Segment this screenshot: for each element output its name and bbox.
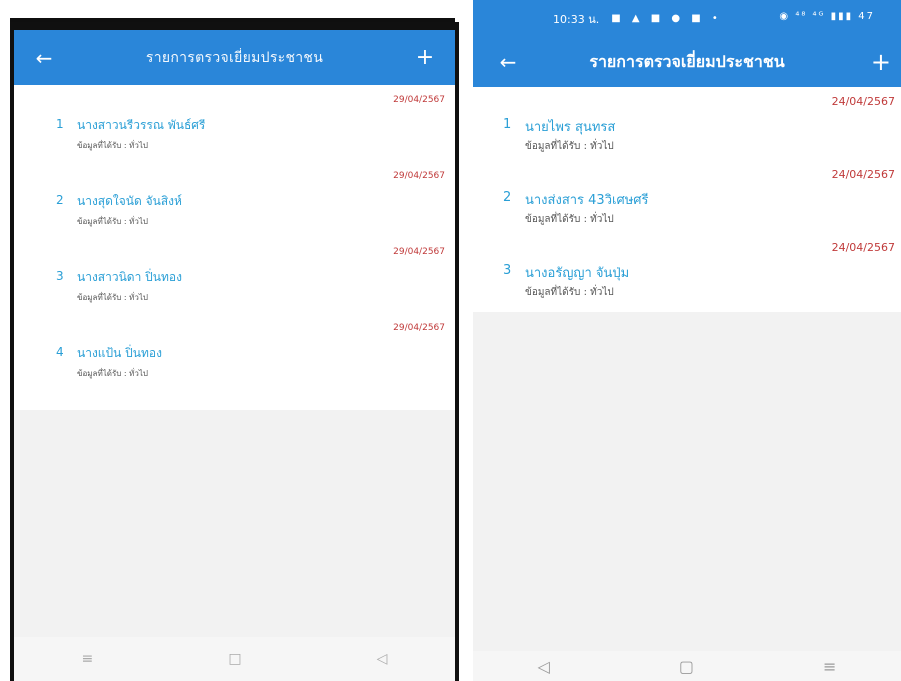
status-time: 10:33 น. bbox=[553, 12, 600, 26]
person-name: นางสุดใจนัด จันสิงห์ bbox=[77, 194, 182, 208]
arrow-left-icon[interactable]: ← bbox=[14, 46, 74, 70]
item-number: 3 bbox=[503, 263, 512, 278]
item-number: 1 bbox=[503, 117, 512, 132]
visit-date: 29/04/2567 bbox=[393, 247, 445, 257]
visit-date: 29/04/2567 bbox=[393, 323, 445, 333]
app-bar: ← รายการตรวจเยี่ยมประชาชน + bbox=[14, 30, 455, 85]
app-bar: ← รายการตรวจเยี่ยมประชาชน + bbox=[473, 37, 901, 87]
info-label: ข้อมูลที่ได้รับ : ทั่วไป bbox=[77, 369, 148, 378]
list-item[interactable]: 29/04/2567 3 นางสาวนิดา ปิ่นทอง ข้อมูลที… bbox=[14, 237, 455, 313]
signal-battery-icons: ◉ ⁴⁸ ⁴ᴳ ▮▮▮ 47 bbox=[779, 11, 875, 22]
system-nav-bar: ◁ ▢ ≡ bbox=[473, 651, 901, 681]
person-name: นางส่งสาร 43วิเศษศรี bbox=[525, 193, 649, 208]
notification-icons: ■ ▲ ■ ● ■ • bbox=[611, 13, 722, 24]
visit-date: 24/04/2567 bbox=[831, 95, 895, 108]
item-number: 3 bbox=[56, 269, 64, 283]
plus-icon[interactable]: + bbox=[831, 48, 901, 76]
person-name: นางสาวนรีวรรณ พันธ์ศรี bbox=[77, 118, 206, 132]
info-label: ข้อมูลที่ได้รับ : ทั่วไป bbox=[77, 293, 148, 302]
person-name: นางสาวนิดา ปิ่นทอง bbox=[77, 270, 182, 284]
item-number: 4 bbox=[56, 345, 64, 359]
item-number: 2 bbox=[56, 193, 64, 207]
visit-list: 24/04/2567 1 นายไพร สุนทรส ข้อมูลที่ได้ร… bbox=[473, 87, 901, 312]
visit-date: 29/04/2567 bbox=[393, 95, 445, 105]
home-icon[interactable]: □ bbox=[228, 651, 241, 667]
person-name: นายไพร สุนทรส bbox=[525, 120, 616, 135]
list-item[interactable]: 24/04/2567 3 นางอรัญญา จันปุ่ม ข้อมูลที่… bbox=[473, 233, 901, 306]
person-name: นางแป้น ปิ่นทอง bbox=[77, 346, 162, 360]
item-number: 1 bbox=[56, 117, 64, 131]
visit-date: 24/04/2567 bbox=[831, 241, 895, 254]
menu-icon[interactable]: ≡ bbox=[823, 657, 836, 676]
list-item[interactable]: 29/04/2567 2 นางสุดใจนัด จันสิงห์ ข้อมูล… bbox=[14, 161, 455, 237]
left-phone-screenshot: ← รายการตรวจเยี่ยมประชาชน + 29/04/2567 1… bbox=[0, 0, 459, 681]
right-phone-screenshot: 10:33 น. ■ ▲ ■ ● ■ • ◉ ⁴⁸ ⁴ᴳ ▮▮▮ 47 ← รา… bbox=[473, 0, 901, 681]
info-label: ข้อมูลที่ได้รับ : ทั่วไป bbox=[77, 217, 148, 226]
list-item[interactable]: 24/04/2567 2 นางส่งสาร 43วิเศษศรี ข้อมูล… bbox=[473, 160, 901, 233]
home-icon[interactable]: ▢ bbox=[679, 657, 694, 676]
visit-date: 24/04/2567 bbox=[831, 168, 895, 181]
list-item[interactable]: 29/04/2567 4 นางแป้น ปิ่นทอง ข้อมูลที่ได… bbox=[14, 313, 455, 389]
visit-list: 29/04/2567 1 นางสาวนรีวรรณ พันธ์ศรี ข้อม… bbox=[14, 85, 455, 410]
page-title: รายการตรวจเยี่ยมประชาชน bbox=[145, 49, 324, 66]
info-label: ข้อมูลที่ได้รับ : ทั่วไป bbox=[525, 287, 614, 298]
back-nav-icon[interactable]: ◁ bbox=[377, 651, 388, 667]
plus-icon[interactable]: + bbox=[395, 45, 455, 70]
visit-date: 29/04/2567 bbox=[393, 171, 445, 181]
arrow-left-icon[interactable]: ← bbox=[473, 50, 543, 74]
left-app-screen: ← รายการตรวจเยี่ยมประชาชน + 29/04/2567 1… bbox=[14, 30, 455, 681]
info-label: ข้อมูลที่ได้รับ : ทั่วไป bbox=[525, 141, 614, 152]
list-item[interactable]: 24/04/2567 1 นายไพร สุนทรส ข้อมูลที่ได้ร… bbox=[473, 87, 901, 160]
info-label: ข้อมูลที่ได้รับ : ทั่วไป bbox=[525, 214, 614, 225]
system-nav-bar: ≡ □ ◁ bbox=[14, 637, 455, 681]
status-bar: 10:33 น. ■ ▲ ■ ● ■ • ◉ ⁴⁸ ⁴ᴳ ▮▮▮ 47 bbox=[473, 0, 901, 37]
info-label: ข้อมูลที่ได้รับ : ทั่วไป bbox=[77, 141, 148, 150]
menu-icon[interactable]: ≡ bbox=[82, 651, 94, 667]
item-number: 2 bbox=[503, 190, 512, 205]
list-item[interactable]: 29/04/2567 1 นางสาวนรีวรรณ พันธ์ศรี ข้อม… bbox=[14, 85, 455, 161]
back-nav-icon[interactable]: ◁ bbox=[538, 657, 550, 676]
page-title: รายการตรวจเยี่ยมประชาชน bbox=[589, 51, 785, 71]
person-name: นางอรัญญา จันปุ่ม bbox=[525, 266, 630, 281]
